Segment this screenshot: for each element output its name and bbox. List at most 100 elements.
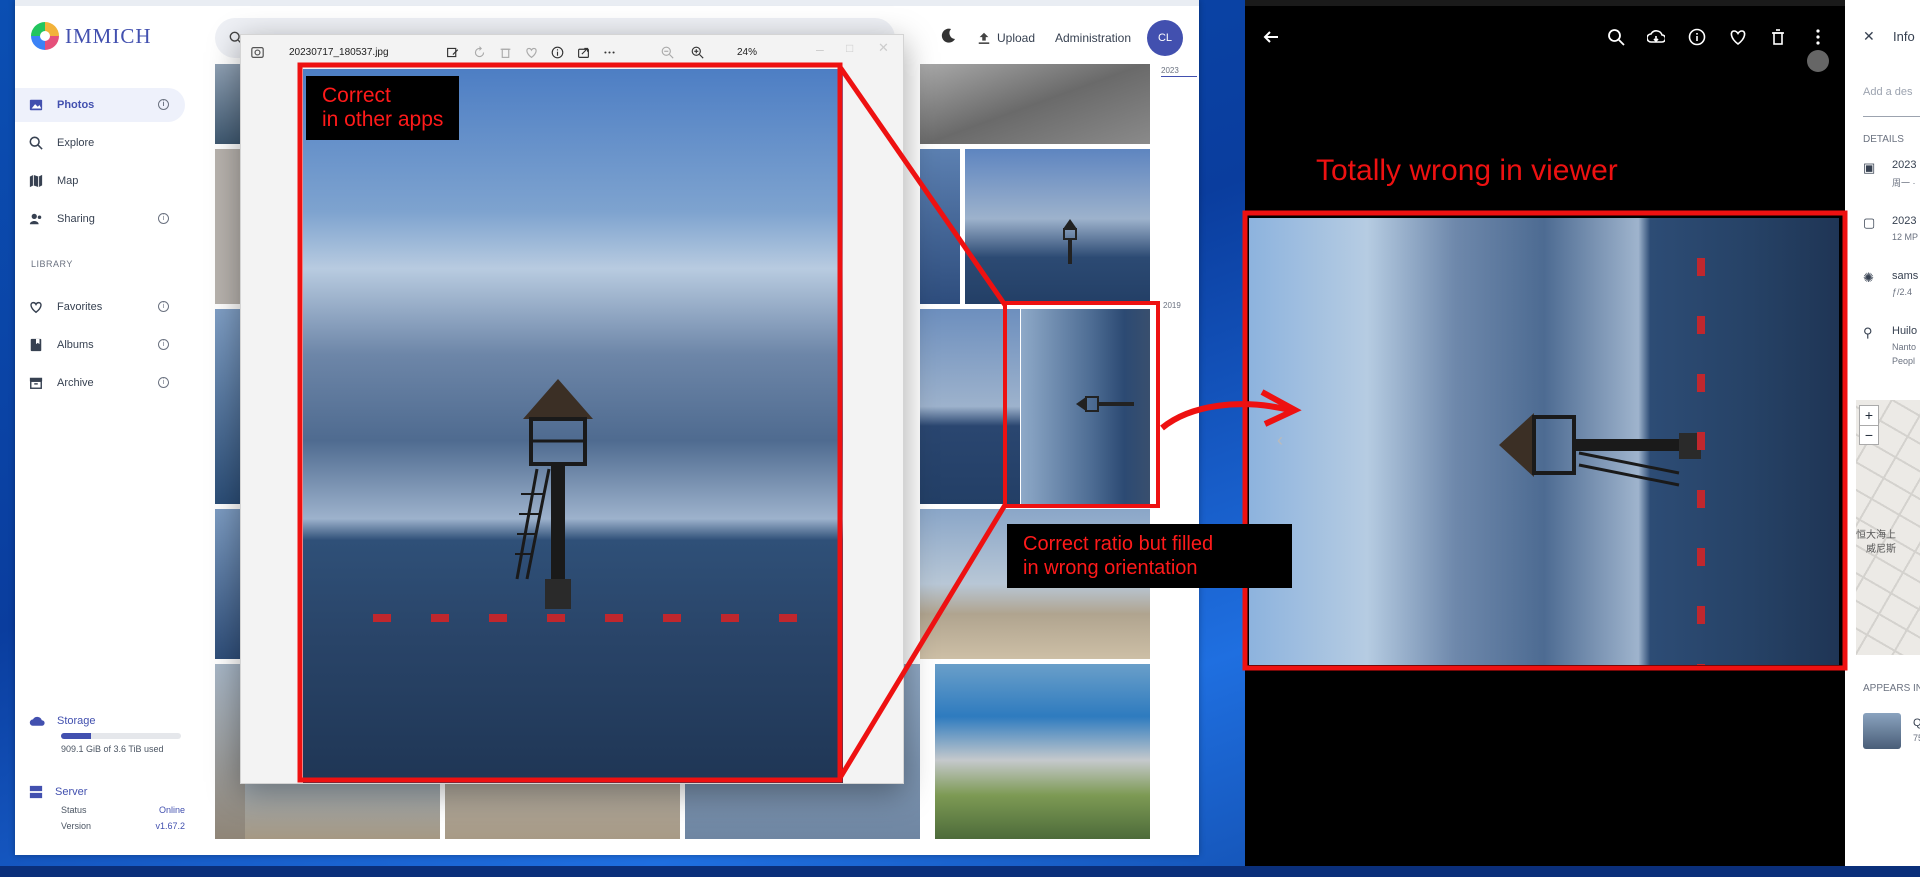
lighthouse-icon	[515, 379, 593, 609]
archive-icon	[29, 377, 43, 389]
administration-link[interactable]: Administration	[1055, 22, 1131, 54]
info-icon: i	[158, 213, 169, 224]
delete-icon[interactable]	[499, 46, 512, 59]
info-icon[interactable]	[551, 46, 564, 59]
upload-button[interactable]: Upload	[977, 22, 1035, 54]
sidebar-item-albums[interactable]: Albums i	[15, 328, 185, 362]
album-name[interactable]: Q	[1913, 717, 1920, 729]
library-section-label: LIBRARY	[31, 259, 73, 269]
minimize-button[interactable]: –	[816, 41, 824, 57]
timeline-scrubber[interactable]: 2023 2019	[1161, 64, 1197, 844]
detail-file-sub: 12 MP	[1892, 232, 1919, 242]
detail-date: 2023	[1892, 159, 1917, 171]
share-icon[interactable]	[577, 46, 590, 59]
server-version-row: Version v1.67.2	[61, 821, 185, 831]
zoom-in-icon[interactable]	[1607, 28, 1625, 46]
map-zoom-in-button[interactable]: +	[1860, 406, 1878, 426]
image-icon: ▢	[1863, 215, 1876, 230]
upload-label: Upload	[997, 31, 1036, 45]
detail-location-extra: Peopl	[1892, 356, 1916, 366]
sidebar-item-label: Albums	[57, 339, 94, 351]
location-map[interactable]: + − 恒大海上 威尼斯	[1856, 400, 1920, 655]
sidebar-item-photos[interactable]: Photos i	[15, 88, 185, 122]
maximize-button[interactable]: □	[846, 41, 853, 55]
server-label: Server	[55, 786, 88, 798]
heart-icon[interactable]	[1729, 28, 1747, 46]
photos-app-window: 20230717_180537.jpg 24% – □ ✕	[240, 34, 904, 784]
heart-icon[interactable]	[525, 46, 538, 59]
photo-thumbnail-upside-down[interactable]	[935, 664, 1150, 839]
trash-icon[interactable]	[1769, 28, 1787, 46]
info-title: Info	[1893, 29, 1915, 44]
info-icon: i	[158, 377, 169, 388]
sidebar-item-explore[interactable]: Explore	[15, 126, 185, 160]
map-zoom-out-button[interactable]: −	[1860, 426, 1878, 445]
photo-thumbnail[interactable]	[920, 309, 1020, 504]
back-arrow-icon[interactable]	[1262, 28, 1280, 46]
photo-thumbnail[interactable]	[965, 149, 1150, 304]
description-input[interactable]: Add a des	[1863, 86, 1913, 98]
immich-logo-icon	[31, 22, 59, 50]
album-thumbnail[interactable]	[1863, 713, 1901, 749]
rotated-photo	[1249, 218, 1839, 665]
bookmarks-bar	[1245, 0, 1920, 6]
rotate-icon[interactable]	[473, 46, 486, 59]
timeline-year: 2019	[1163, 301, 1181, 310]
photos-app-titlebar: 20230717_180537.jpg 24% – □ ✕	[241, 35, 903, 69]
sidebar-item-label: Explore	[57, 137, 95, 149]
map-label: 恒大海上	[1856, 530, 1896, 541]
annotation-label-wrong: Totally wrong in viewer	[1316, 154, 1618, 187]
close-button[interactable]: ✕	[878, 40, 889, 56]
detail-location: Huilo	[1892, 325, 1918, 337]
more-options-icon[interactable]	[603, 46, 616, 59]
sidebar-item-label: Favorites	[57, 301, 103, 313]
storage-usage-text: 909.1 GiB of 3.6 TiB used	[61, 744, 164, 754]
map-zoom-controls: + −	[1859, 405, 1879, 445]
server-status-label: Status	[61, 805, 87, 815]
detail-location-sub: Nanto	[1892, 342, 1917, 352]
map-icon	[29, 174, 43, 188]
user-avatar[interactable]: CL	[1147, 20, 1183, 56]
close-info-icon[interactable]: ✕	[1863, 28, 1875, 45]
annotation-label-correct: Correct in other apps	[306, 76, 460, 140]
sidebar-item-sharing[interactable]: Sharing i	[15, 202, 185, 236]
sidebar-item-map[interactable]: Map	[15, 164, 185, 198]
map-label: 威尼斯	[1866, 544, 1896, 555]
zoom-out-icon[interactable]	[661, 46, 674, 59]
details-label: DETAILS	[1863, 134, 1904, 145]
photo-thumbnail-rotated[interactable]	[1021, 309, 1150, 504]
album-icon	[30, 338, 42, 352]
sidebar-item-label: Photos	[57, 99, 95, 111]
server-status-row: Status Online	[61, 805, 185, 815]
detail-file: 2023	[1892, 215, 1917, 227]
download-cloud-icon[interactable]	[1647, 28, 1665, 46]
description-underline	[1863, 116, 1920, 117]
photo-thumbnail[interactable]	[920, 149, 960, 304]
info-icon: i	[158, 99, 169, 110]
main-photo	[303, 69, 843, 783]
administration-label: Administration	[1055, 31, 1132, 45]
calendar-icon: ▣	[1863, 160, 1876, 175]
more-options-icon[interactable]	[1809, 28, 1827, 46]
camera-aperture-icon: ✺	[1863, 270, 1874, 285]
photos-icon	[29, 99, 43, 111]
detail-date-sub: 周一 ·	[1892, 178, 1916, 188]
sidebar-item-label: Map	[57, 175, 79, 187]
cloud-icon	[29, 716, 45, 726]
sidebar-item-favorites[interactable]: Favorites i	[15, 290, 185, 324]
photo-filename: 20230717_180537.jpg	[289, 47, 389, 58]
server-widget: Server Status Online Version v1.67.2	[29, 785, 189, 831]
immich-logo[interactable]: IMMICH	[31, 22, 152, 50]
dark-mode-icon[interactable]	[940, 28, 956, 44]
edit-icon[interactable]	[446, 46, 459, 59]
info-icon[interactable]	[1688, 28, 1706, 46]
sidebar-item-archive[interactable]: Archive i	[15, 366, 185, 400]
album-count: 75	[1913, 733, 1920, 743]
zoom-in-icon[interactable]	[691, 46, 704, 59]
server-version-label: Version	[61, 821, 92, 831]
timeline-marker	[1161, 76, 1197, 77]
server-version-value: v1.67.2	[155, 821, 185, 831]
photo-thumbnail[interactable]	[920, 64, 1150, 144]
detail-camera: sams	[1892, 270, 1919, 282]
previous-photo-button[interactable]: ‹	[1277, 430, 1283, 451]
